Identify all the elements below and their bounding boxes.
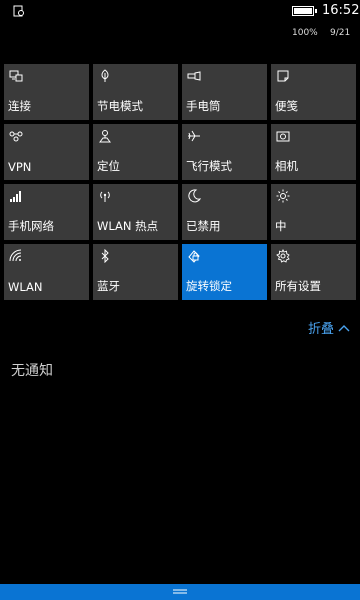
quick-actions-grid: 连接 节电模式 手电筒 便笺 VPN 定位 飞行模式 相机 手机网络 WLAN … <box>4 64 356 300</box>
chevron-up-icon <box>338 324 350 331</box>
grip-icon <box>173 589 187 594</box>
tile-label: 节电模式 <box>97 99 143 113</box>
tile-cellular[interactable]: 手机网络 <box>4 184 89 240</box>
tile-label: 相机 <box>275 159 298 173</box>
hotspot-icon <box>100 191 110 202</box>
tile-label: 蓝牙 <box>97 279 120 293</box>
clock-time: 16:52 <box>322 3 360 18</box>
note-icon <box>277 70 289 82</box>
tile-rotation-lock[interactable]: 旋转锁定 <box>182 244 267 300</box>
tile-label: 旋转锁定 <box>186 279 232 293</box>
tile-all-settings[interactable]: 所有设置 <box>271 244 356 300</box>
flashlight-icon <box>187 71 201 81</box>
tile-label: 飞行模式 <box>186 159 232 173</box>
tile-label: 已禁用 <box>186 219 221 233</box>
battery-saver-leaf-icon <box>101 69 109 82</box>
airplane-icon <box>188 130 200 142</box>
collapse-label: 折叠 <box>307 322 334 337</box>
tile-label: 便笺 <box>275 99 298 113</box>
tile-wlan[interactable]: WLAN <box>4 244 89 300</box>
tile-label: WLAN <box>8 280 43 294</box>
cellular-signal-icon <box>10 191 21 202</box>
wifi-icon <box>9 249 22 262</box>
tile-camera[interactable]: 相机 <box>271 124 356 180</box>
tile-location[interactable]: 定位 <box>93 124 178 180</box>
tile-label: 中 <box>275 219 287 233</box>
no-notifications-text: 无通知 <box>11 363 53 379</box>
tile-label: 连接 <box>8 99 31 113</box>
tile-label: 所有设置 <box>275 279 321 293</box>
battery-percentage: 100% <box>292 28 318 38</box>
tile-bluetooth[interactable]: 蓝牙 <box>93 244 178 300</box>
drawer-handle[interactable] <box>0 584 360 600</box>
notification-app-icon <box>13 5 24 17</box>
tile-label: 手电筒 <box>186 99 221 113</box>
date: 9/21 <box>330 28 351 38</box>
tile-quiet-hours[interactable]: 已禁用 <box>182 184 267 240</box>
tile-label: WLAN 热点 <box>97 219 159 233</box>
vpn-icon <box>9 131 23 142</box>
tile-label: VPN <box>8 160 32 174</box>
settings-gear-icon <box>276 249 290 263</box>
location-icon <box>99 130 111 143</box>
camera-icon <box>276 131 290 142</box>
quiet-hours-moon-icon <box>188 189 201 203</box>
tile-note[interactable]: 便笺 <box>271 64 356 120</box>
tile-wlan-hotspot[interactable]: WLAN 热点 <box>93 184 178 240</box>
tile-connect[interactable]: 连接 <box>4 64 89 120</box>
tile-airplane-mode[interactable]: 飞行模式 <box>182 124 267 180</box>
tile-label: 定位 <box>97 159 120 173</box>
bluetooth-icon <box>101 249 109 263</box>
collapse-button[interactable]: 折叠 <box>308 318 350 337</box>
brightness-icon <box>276 189 290 203</box>
tile-battery-saver[interactable]: 节电模式 <box>93 64 178 120</box>
battery-icon <box>292 6 317 16</box>
rotation-lock-icon <box>188 250 200 263</box>
tile-label: 手机网络 <box>8 219 54 233</box>
tile-brightness[interactable]: 中 <box>271 184 356 240</box>
status-bar: 16:52 100% 9/21 <box>0 0 360 44</box>
tile-flashlight[interactable]: 手电筒 <box>182 64 267 120</box>
project-screen-icon <box>9 70 23 82</box>
tile-vpn[interactable]: VPN <box>4 124 89 180</box>
